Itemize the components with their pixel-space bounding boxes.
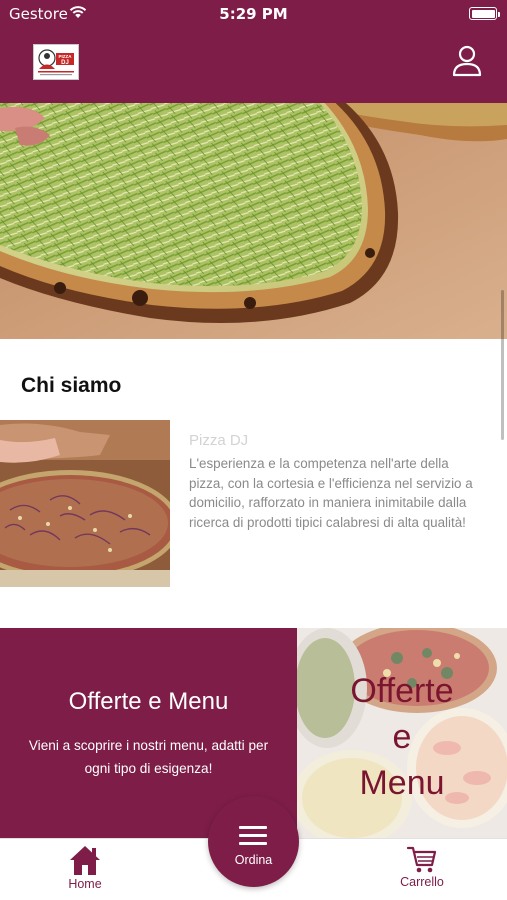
offers-image-caption-line3: Menu (359, 764, 445, 802)
offers-image-caption: Offerte e Menu (297, 668, 507, 806)
battery-icon (469, 7, 500, 20)
tab-cart-label: Carrello (400, 875, 444, 889)
order-button-label: Ordina (234, 853, 273, 867)
svg-text:DJ: DJ (61, 60, 69, 66)
app-logo[interactable]: PIZZA DJ (33, 44, 79, 80)
tab-cart[interactable]: Carrello (392, 843, 452, 889)
clock: 5:29 PM (219, 5, 288, 23)
svg-text:PIZZA: PIZZA (59, 54, 73, 59)
about-brand-name: Pizza DJ (189, 432, 249, 449)
user-icon[interactable] (452, 45, 482, 77)
status-bar: Gestore 5:29 PM (0, 0, 507, 30)
menu-icon (239, 826, 267, 850)
cart-icon (406, 846, 437, 873)
about-pizza-image (0, 420, 170, 587)
tab-home[interactable]: Home (55, 843, 115, 891)
tab-home-label: Home (68, 877, 102, 891)
about-description: L'esperienza e la competenza nell'arte d… (189, 456, 473, 530)
scroll-indicator[interactable] (501, 290, 504, 440)
section-title-about: Chi siamo (21, 374, 122, 397)
offers-image-caption-line1: Offerte (350, 672, 454, 710)
offers-image-caption-line2: e (392, 718, 412, 756)
offers-title: Offerte e Menu (68, 688, 229, 715)
home-icon (70, 846, 100, 875)
top-header: Gestore 5:29 PM PIZZA DJ (0, 0, 507, 103)
hero-pizza-image (0, 103, 507, 339)
order-button[interactable]: Ordina (208, 796, 299, 887)
offers-subtitle: Vieni a scoprire i nostri menu, adatti p… (28, 738, 269, 776)
